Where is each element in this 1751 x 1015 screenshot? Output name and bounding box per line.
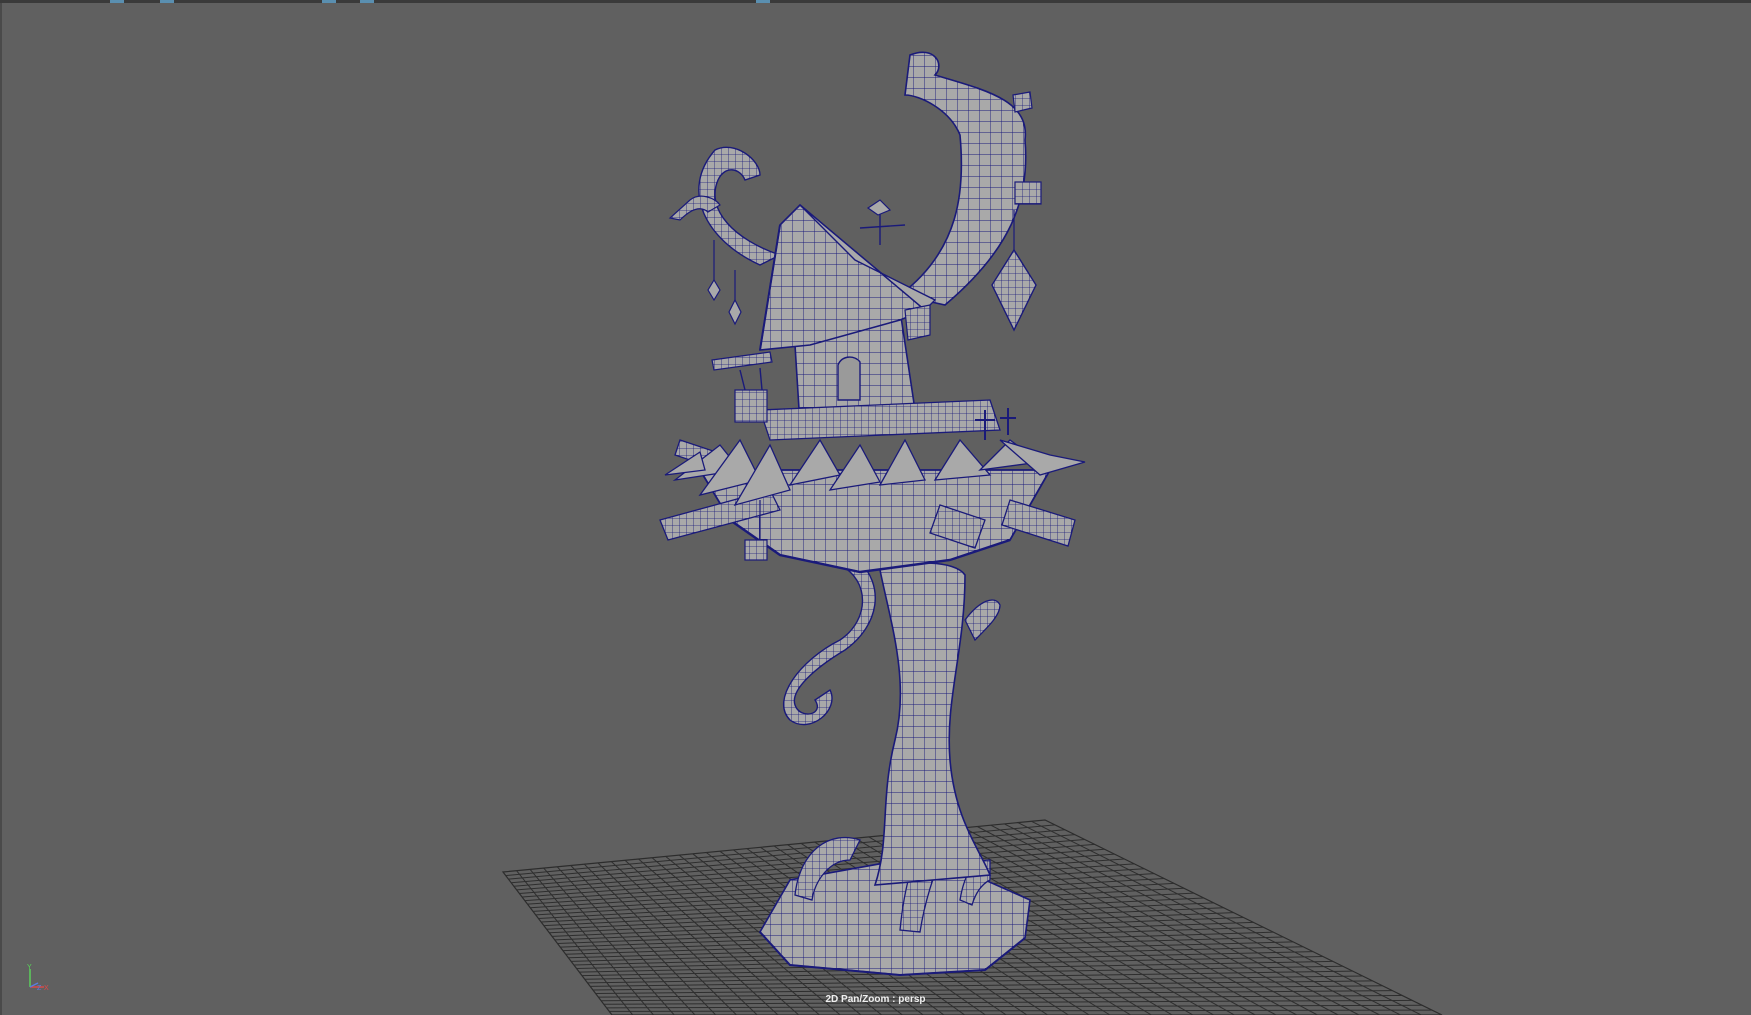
- left-branch-mesh[interactable]: [668, 146, 782, 326]
- axis-y-label: Y: [27, 964, 32, 971]
- scene-canvas[interactable]: [0, 0, 1751, 1015]
- axis-z-label: Z: [37, 985, 42, 992]
- axis-gizmo-icon: Y X Z: [27, 964, 49, 992]
- camera-label: 2D Pan/Zoom : persp: [825, 994, 926, 1005]
- tree-tendril-mesh[interactable]: [783, 559, 876, 726]
- grid-line: [606, 1004, 1423, 1009]
- axis-x-label: X: [44, 985, 49, 992]
- right-branch-mesh[interactable]: [898, 51, 1042, 332]
- grid-line: [609, 1009, 1433, 1012]
- perspective-viewport[interactable]: Y X Z 2D Pan/Zoom : persp: [0, 0, 1751, 1015]
- grid-line: [595, 985, 1383, 995]
